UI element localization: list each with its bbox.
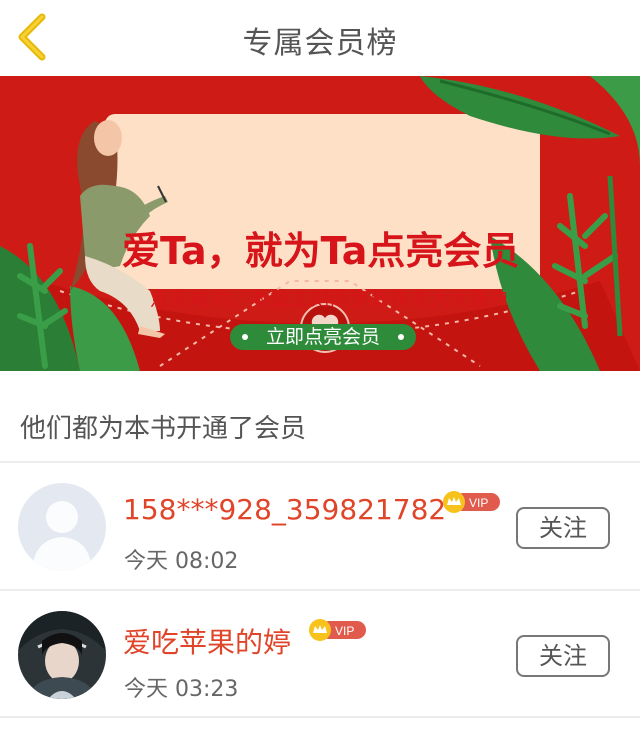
member-name: 爱吃苹果的婷 xyxy=(123,626,292,659)
member-row[interactable]: 爱吃苹果的婷 VIP 今天 03:23 关注 xyxy=(0,591,640,717)
user-photo-icon xyxy=(18,611,106,699)
svg-text:VIP: VIP xyxy=(469,496,488,510)
light-up-membership-button[interactable]: 立即点亮会员 xyxy=(230,324,416,350)
section-title: 他们都为本书开通了会员 xyxy=(20,414,307,444)
top-nav-bar: 专属会员榜 xyxy=(0,0,640,76)
banner-headline: 爱Ta，就为Ta点亮会员 xyxy=(122,229,520,273)
vip-badge-icon: VIP xyxy=(309,619,366,641)
member-time: 今天 08:02 xyxy=(124,549,239,574)
page-title: 专属会员榜 xyxy=(242,26,398,61)
divider xyxy=(0,716,640,718)
svg-text:VIP: VIP xyxy=(335,624,354,638)
vip-badge-icon: VIP xyxy=(443,491,500,513)
follow-button[interactable]: 关注 xyxy=(516,635,610,677)
member-row[interactable]: 158***928_359821782 VIP 今天 08:02 关注 xyxy=(0,463,640,589)
member-time: 今天 03:23 xyxy=(124,677,239,702)
member-name: 158***928_359821782 xyxy=(123,493,447,526)
default-avatar[interactable] xyxy=(18,483,106,571)
follow-button[interactable]: 关注 xyxy=(516,507,610,549)
promo-banner[interactable]: 爱Ta，就为Ta点亮会员 点亮成功，收益立刻同步到作者大大账户 立即点亮会员 xyxy=(0,76,640,371)
user-photo-avatar[interactable] xyxy=(18,611,106,699)
banner-subline: 点亮成功，收益立刻同步到作者大大账户 xyxy=(150,288,511,310)
user-placeholder-icon xyxy=(18,483,106,571)
